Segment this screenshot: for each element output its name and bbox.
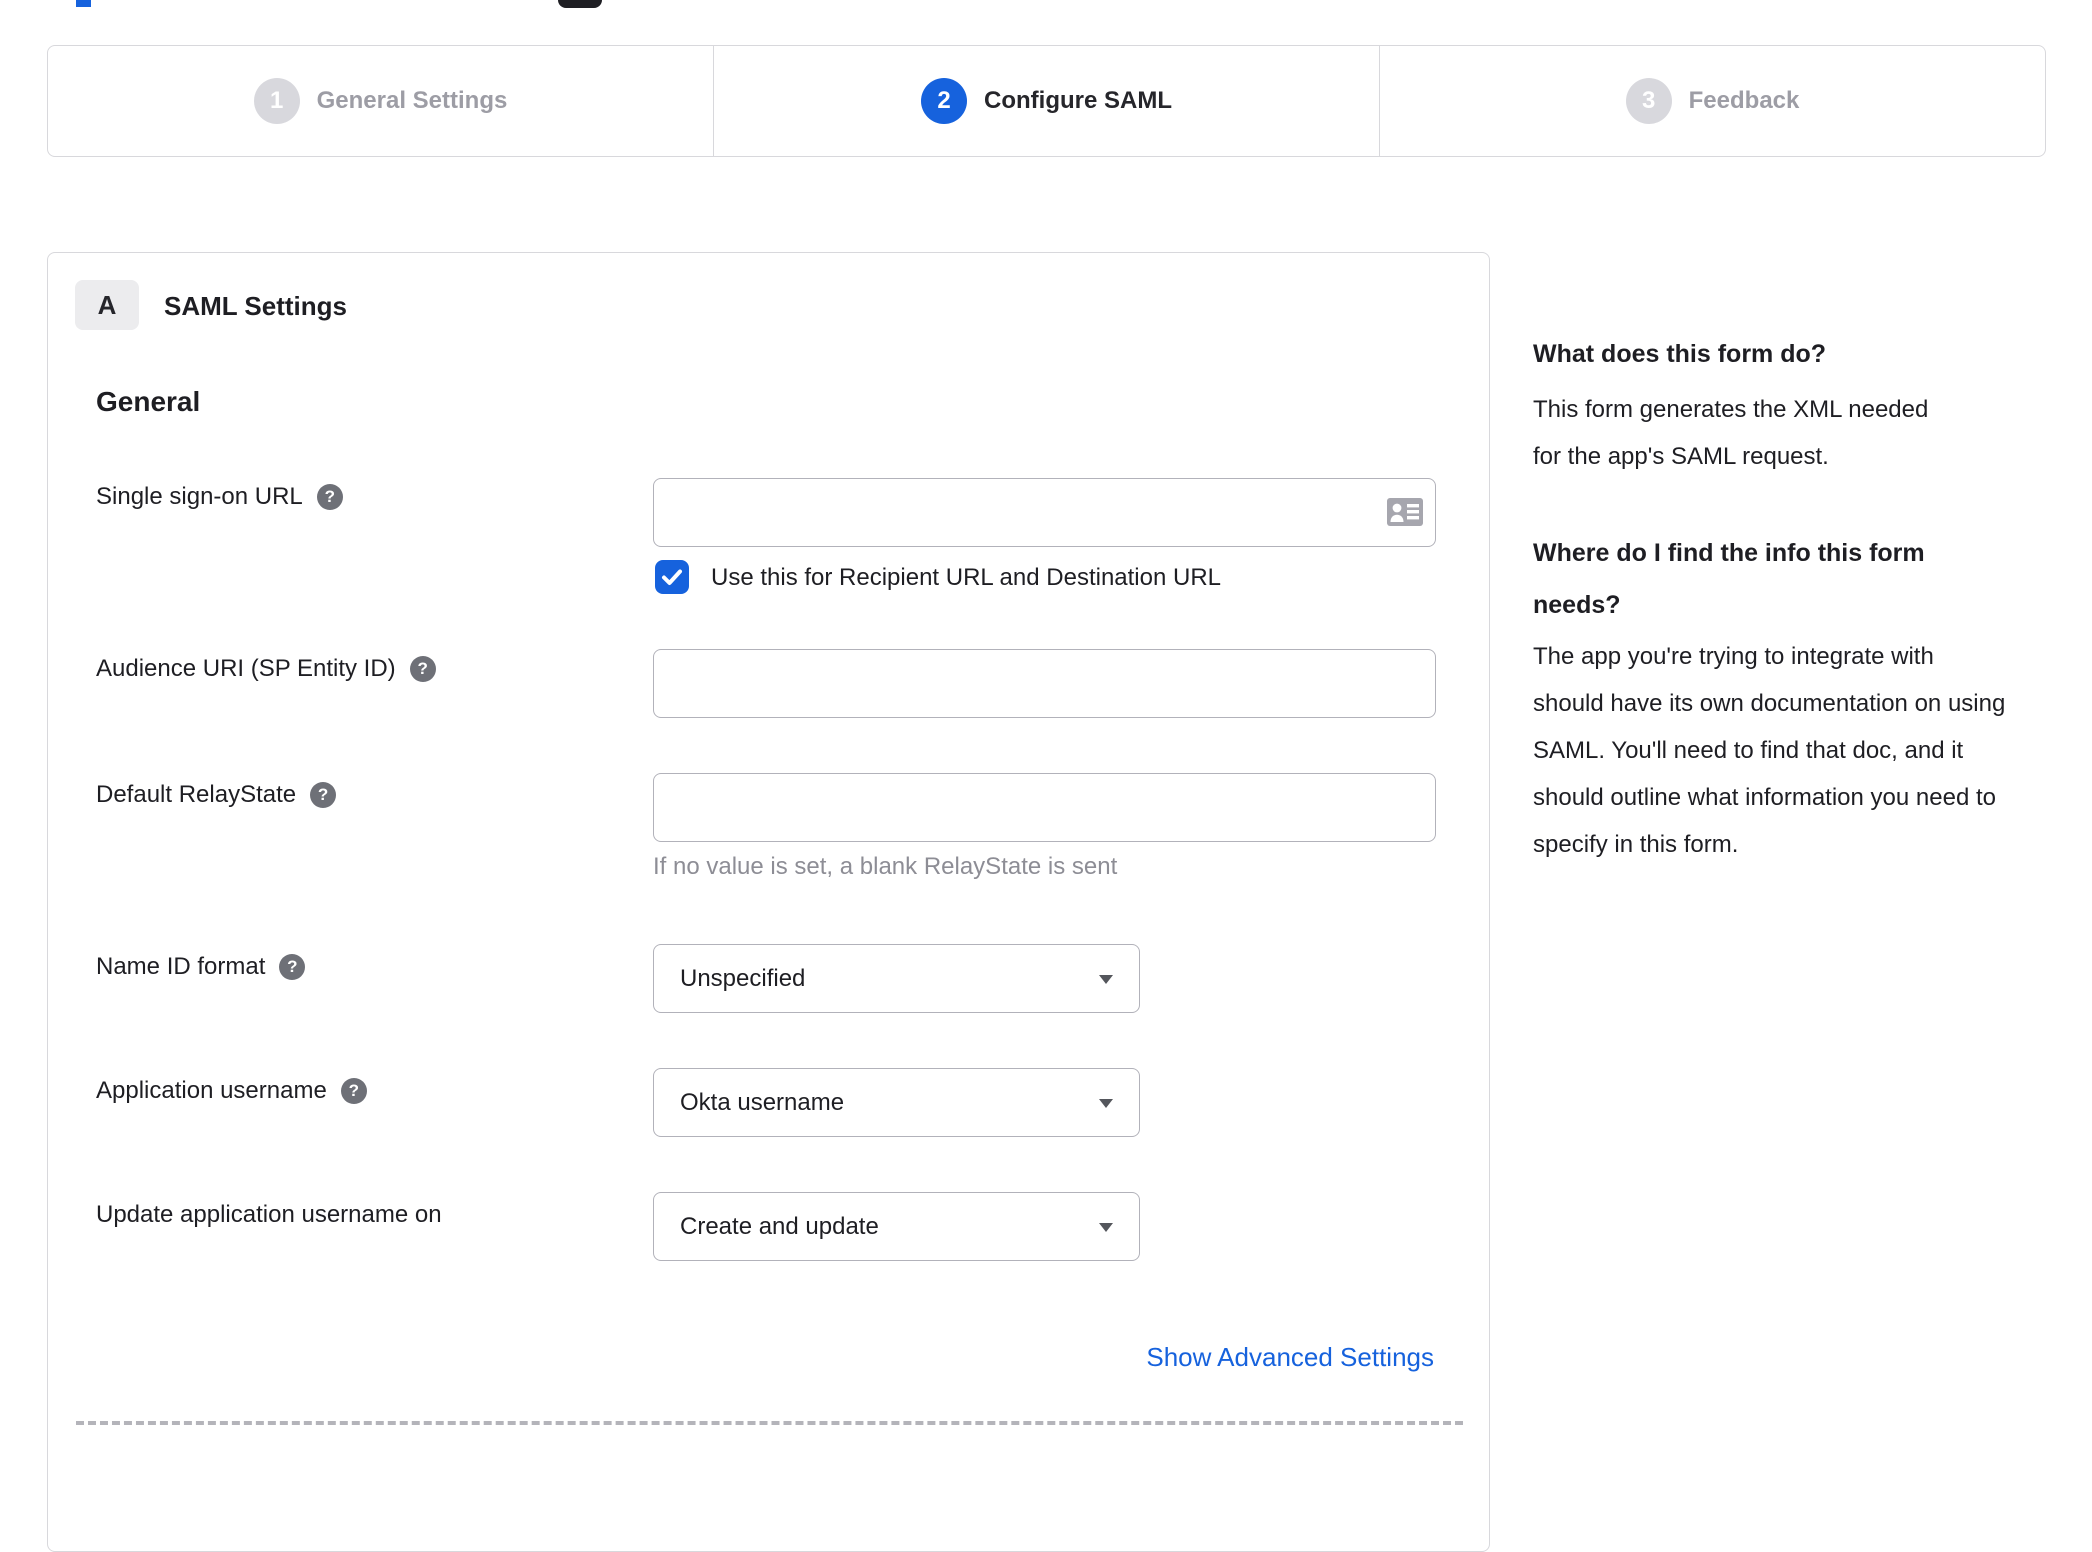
checkmark-icon (662, 569, 682, 585)
sidebar-answer-2: The app you're trying to integrate with … (1533, 643, 2006, 858)
update-username-label: Update application username on (96, 1201, 442, 1228)
audience-uri-input[interactable] (653, 649, 1436, 718)
step-general-settings[interactable]: 1 General Settings (48, 46, 713, 156)
section-a-badge: A (75, 280, 139, 330)
sso-url-input[interactable] (653, 478, 1436, 547)
step-3-circle: 3 (1625, 78, 1672, 124)
cropped-dark-logo (558, 0, 602, 8)
chevron-down-icon (1099, 1099, 1113, 1108)
relaystate-label: Default RelayState (96, 781, 297, 808)
sidebar-answer-1: This form generates the XML needed for t… (1533, 396, 1929, 470)
dashed-section-divider (76, 1421, 1463, 1425)
contact-card-icon[interactable] (1386, 496, 1424, 533)
application-username-help-icon[interactable]: ? (340, 1078, 367, 1104)
update-username-label-row: Update application username on (96, 1201, 442, 1229)
sidebar-question-1: What does this form do? (1533, 340, 1827, 368)
name-id-format-label: Name ID format (96, 953, 266, 980)
panel-title: SAML Settings (164, 291, 347, 321)
audience-uri-label: Audience URI (SP Entity ID) (96, 655, 396, 682)
step-2-circle: 2 (921, 78, 967, 124)
chevron-down-icon (1099, 1223, 1113, 1232)
cropped-blue-element (76, 0, 91, 7)
step-1-label: General Settings (316, 87, 508, 114)
use-for-recipient-destination-label: Use this for Recipient URL and Destinati… (711, 564, 1222, 591)
saml-settings-panel: A SAML Settings General Single sign-on U… (47, 252, 1490, 1552)
update-username-value: Create and update (680, 1212, 879, 1240)
relaystate-help-icon[interactable]: ? (310, 782, 337, 808)
application-username-select[interactable]: Okta username (653, 1068, 1140, 1137)
relaystate-input[interactable] (653, 773, 1436, 842)
chevron-down-icon (1099, 975, 1113, 984)
wizard-stepper: 1 General Settings 2 Configure SAML 3 Fe… (47, 45, 2046, 157)
application-username-label: Application username (96, 1077, 327, 1104)
application-username-label-row: Application username ? (96, 1077, 367, 1105)
name-id-format-label-row: Name ID format ? (96, 953, 306, 981)
show-advanced-settings-link[interactable]: Show Advanced Settings (1146, 1342, 1434, 1373)
sso-url-label-row: Single sign-on URL ? (96, 483, 343, 511)
step-3-label: Feedback (1688, 87, 1800, 114)
sso-url-label: Single sign-on URL (96, 483, 303, 510)
name-id-format-value: Unspecified (680, 964, 806, 992)
use-for-recipient-destination-checkbox[interactable] (655, 560, 689, 594)
audience-uri-label-row: Audience URI (SP Entity ID) ? (96, 655, 436, 683)
sidebar-question-2: Where do I find the info this form needs… (1533, 539, 1925, 619)
name-id-format-help-icon[interactable]: ? (279, 954, 306, 980)
step-configure-saml[interactable]: 2 Configure SAML (713, 46, 1379, 156)
name-id-format-select[interactable]: Unspecified (653, 944, 1140, 1013)
audience-uri-help-icon[interactable]: ? (409, 656, 436, 682)
general-section-heading: General (96, 386, 201, 417)
update-username-select[interactable]: Create and update (653, 1192, 1140, 1261)
application-username-value: Okta username (680, 1088, 845, 1116)
sso-url-help-icon[interactable]: ? (316, 484, 343, 510)
relaystate-hint: If no value is set, a blank RelayState i… (653, 853, 1118, 880)
step-2-label: Configure SAML (984, 87, 1172, 114)
relaystate-label-row: Default RelayState ? (96, 781, 337, 809)
step-feedback[interactable]: 3 Feedback (1379, 46, 2045, 156)
step-1-circle: 1 (253, 78, 300, 124)
